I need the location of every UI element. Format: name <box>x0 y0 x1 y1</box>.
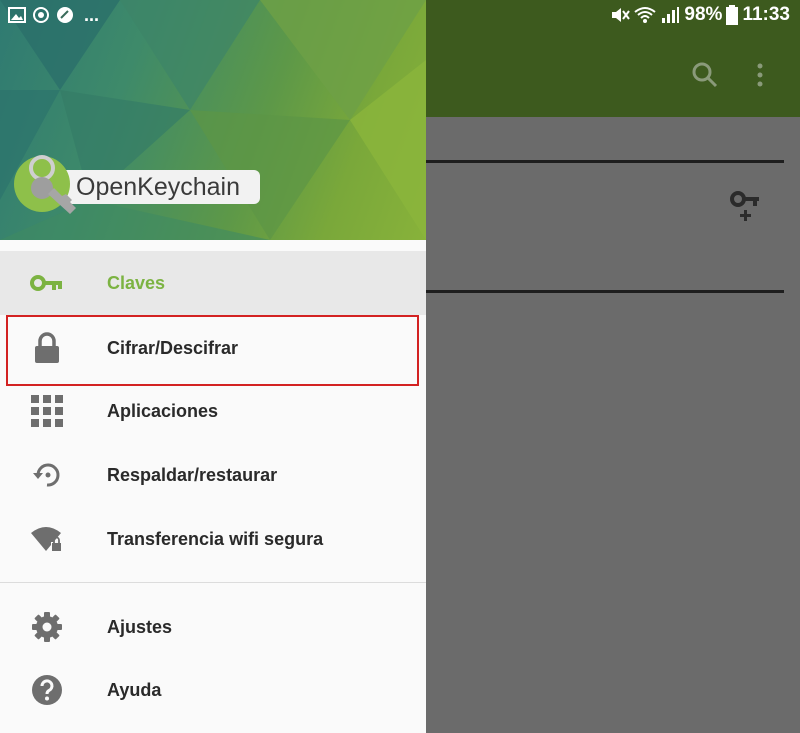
sync-notification-icon <box>33 7 49 23</box>
nav-item-aplicaciones[interactable]: Aplicaciones <box>0 379 426 443</box>
openkeychain-logo-icon <box>12 150 82 220</box>
app-notification-icon <box>57 7 73 23</box>
apps-grid-icon <box>30 394 64 428</box>
nav-item-label: Ayuda <box>107 679 162 700</box>
restore-icon <box>30 458 64 492</box>
app-name: OpenKeychain <box>76 173 241 201</box>
drawer-header: OpenKeychain <box>0 0 426 240</box>
image-notification-icon <box>8 7 26 23</box>
battery-percent: 98% <box>684 4 723 25</box>
signal-icon <box>662 7 680 23</box>
nav-item-transferencia-wifi[interactable]: Transferencia wifi segura <box>0 507 426 571</box>
search-icon[interactable] <box>690 60 720 90</box>
navigation-drawer: OpenKeychain Claves Cifrar/Descifrar Apl… <box>0 0 426 733</box>
nav-item-claves[interactable]: Claves <box>0 251 426 315</box>
more-options-icon[interactable] <box>748 60 772 90</box>
nav-item-respaldar-restaurar[interactable]: Respaldar/restaurar <box>0 443 426 507</box>
key-icon <box>30 266 64 300</box>
help-icon <box>30 673 64 707</box>
nav-item-label: Transferencia wifi segura <box>107 528 324 549</box>
nav-item-label: Ajustes <box>107 616 173 637</box>
gear-icon <box>30 610 64 644</box>
clock: 11:33 <box>742 4 790 25</box>
more-notifications: ... <box>84 5 100 25</box>
nav-item-ayuda[interactable]: Ayuda <box>0 658 426 722</box>
drawer-divider <box>0 582 426 583</box>
highlight-annotation <box>6 315 419 386</box>
battery-icon <box>726 5 739 25</box>
wifi-lock-icon <box>30 522 64 556</box>
status-bar: ... 98% 11:33 <box>0 0 800 32</box>
mute-icon <box>612 8 631 22</box>
nav-item-ajustes[interactable]: Ajustes <box>0 595 426 659</box>
nav-item-label: Respaldar/restaurar <box>107 464 278 485</box>
wifi-icon <box>634 7 657 23</box>
nav-item-label: Claves <box>107 272 166 293</box>
background-divider <box>426 290 784 293</box>
add-key-icon[interactable] <box>728 190 764 222</box>
background-divider <box>426 160 784 163</box>
nav-item-label: Aplicaciones <box>107 400 219 421</box>
